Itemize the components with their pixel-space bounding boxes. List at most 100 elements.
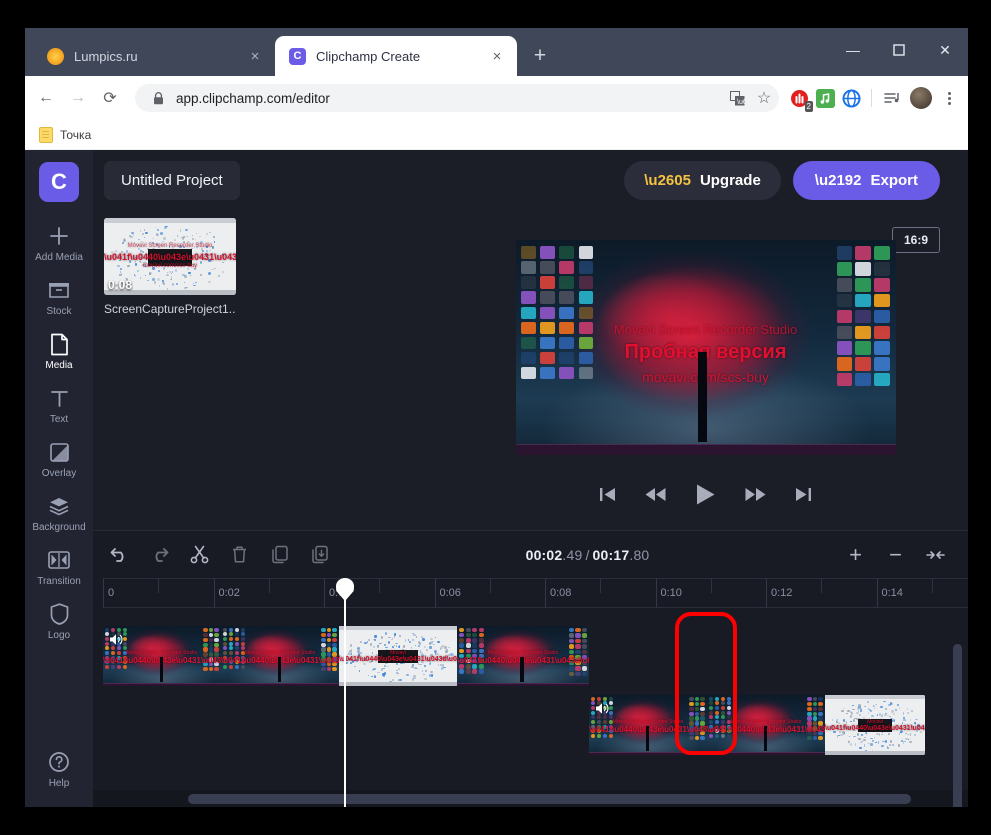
audio-speaker-icon[interactable] — [109, 633, 124, 649]
desktop-icon — [540, 246, 556, 260]
particle — [354, 666, 357, 668]
desktop-icon — [472, 633, 478, 638]
timeline-vertical-scrollbar[interactable] — [953, 644, 962, 807]
upgrade-button[interactable]: \u2605 Upgrade — [624, 160, 781, 200]
fast-forward-button[interactable] — [745, 487, 766, 502]
forward-icon[interactable]: → — [63, 83, 93, 113]
back-icon[interactable]: ← — [31, 83, 61, 113]
playhead[interactable] — [336, 578, 354, 807]
particle — [397, 645, 401, 648]
music-extension-icon[interactable] — [813, 86, 837, 110]
tab-clipchamp[interactable]: C Clipchamp Create × — [275, 36, 517, 76]
desktop-icon — [726, 696, 732, 701]
desktop-icon — [581, 644, 588, 649]
zoom-in-button[interactable]: + — [837, 538, 874, 571]
particle — [409, 640, 411, 643]
particle — [414, 645, 417, 647]
close-icon[interactable]: ✕ — [922, 28, 968, 72]
redo-button[interactable] — [141, 538, 178, 571]
delete-button[interactable] — [221, 538, 258, 571]
timeline-horizontal-scrollbar[interactable] — [188, 794, 911, 804]
video-preview[interactable]: Movavi Screen Recorder Studio Пробная ве… — [515, 240, 896, 455]
bookmark-tochka[interactable]: Точка — [60, 128, 91, 142]
rewind-button[interactable] — [645, 487, 666, 502]
particle — [188, 275, 192, 277]
particle — [860, 741, 862, 744]
particle — [164, 226, 167, 228]
sidebar-item-background[interactable]: Background — [25, 486, 93, 540]
desktop-icon — [521, 246, 536, 260]
adblock-extension-icon[interactable]: 2 — [787, 86, 813, 112]
download-clip-button[interactable] — [301, 538, 338, 571]
duplicate-button[interactable] — [261, 538, 298, 571]
particle — [156, 233, 159, 236]
avatar[interactable] — [910, 87, 932, 109]
timeline-clip[interactable]: Movavi Screen Recorder Studio \u041f\u044… — [589, 695, 925, 755]
project-name-input[interactable]: Untitled Project — [104, 160, 240, 200]
particle — [429, 671, 433, 673]
particle — [902, 712, 904, 715]
desktop-icon — [110, 627, 116, 632]
watermark-line3: movavi.com/scs-buy — [642, 369, 769, 385]
desktop-icon — [228, 632, 234, 637]
sidebar-item-add-media[interactable]: Add Media — [25, 216, 93, 270]
kebab-menu-icon[interactable] — [938, 91, 960, 105]
clipchamp-logo[interactable]: C — [39, 162, 79, 202]
particle — [385, 646, 389, 649]
particle — [188, 271, 191, 274]
audio-speaker-icon[interactable] — [595, 702, 610, 718]
particle — [909, 741, 912, 744]
new-tab-button[interactable]: + — [525, 41, 555, 71]
particle — [123, 238, 126, 242]
tab-lumpics[interactable]: Lumpics.ru × — [33, 36, 275, 76]
translate-icon[interactable]: \u6587 — [728, 89, 746, 107]
document-icon — [50, 333, 69, 355]
star-icon: \u2605 — [644, 171, 691, 189]
desktop-icon — [714, 701, 720, 706]
address-bar[interactable]: app.clipchamp.com/editor \u6587 ☆ — [135, 84, 779, 112]
sidebar-item-overlay[interactable]: Overlay — [25, 432, 93, 486]
particle — [443, 666, 447, 668]
sidebar-item-logo[interactable]: Logo — [25, 594, 93, 648]
timeline-tracks[interactable]: Movavi Screen Recorder Studio \u041f\u044… — [103, 608, 968, 807]
timeline-ruler[interactable]: 00:020:040:060:080:100:120:14 — [103, 578, 968, 608]
desktop-icon — [104, 627, 110, 632]
desktop-icon — [608, 696, 614, 701]
particle — [137, 269, 140, 273]
media-thumbnail[interactable]: Movavi Screen Recorder Studio \u041f\u04… — [104, 218, 236, 295]
particle — [195, 238, 197, 240]
sidebar-item-text[interactable]: Text — [25, 378, 93, 432]
particle — [132, 233, 135, 236]
zoom-out-button[interactable]: − — [877, 538, 914, 571]
particle — [397, 668, 400, 671]
timeline-clip[interactable]: Movavi Screen Recorder Studio \u041f\u044… — [103, 626, 589, 686]
desktop-icon — [458, 638, 465, 643]
globe-extension-icon[interactable] — [839, 86, 863, 110]
fit-to-screen-button[interactable] — [917, 538, 954, 571]
media-item[interactable]: Movavi Screen Recorder Studio \u041f\u04… — [104, 218, 236, 316]
reload-icon[interactable]: ⟳ — [95, 83, 125, 113]
skip-to-end-button[interactable] — [795, 487, 812, 502]
desktop-icon — [202, 642, 208, 647]
split-button[interactable] — [181, 538, 218, 571]
sidebar-item-transition[interactable]: Transition — [25, 540, 93, 594]
undo-button[interactable] — [101, 538, 138, 571]
desktop-icon — [222, 641, 228, 646]
play-button[interactable] — [695, 483, 716, 506]
playlist-icon[interactable] — [880, 86, 904, 110]
particle — [387, 641, 391, 644]
skip-to-start-button[interactable] — [599, 487, 616, 502]
minimize-icon[interactable]: — — [830, 28, 876, 72]
sidebar-item-stock[interactable]: Stock — [25, 270, 93, 324]
sidebar-item-media[interactable]: Media — [25, 324, 93, 378]
desktop-icon — [228, 641, 234, 646]
particle — [367, 674, 369, 676]
bookmark-star-icon[interactable]: ☆ — [755, 89, 773, 107]
export-button[interactable]: \u2192 Export — [792, 160, 940, 200]
aspect-ratio-badge[interactable]: 16:9 — [891, 227, 940, 253]
close-icon[interactable]: × — [245, 46, 265, 66]
desktop-icon — [694, 711, 700, 716]
maximize-icon[interactable] — [876, 28, 922, 72]
sidebar-item-help[interactable]: Help — [25, 742, 93, 807]
close-icon[interactable]: × — [487, 46, 507, 66]
